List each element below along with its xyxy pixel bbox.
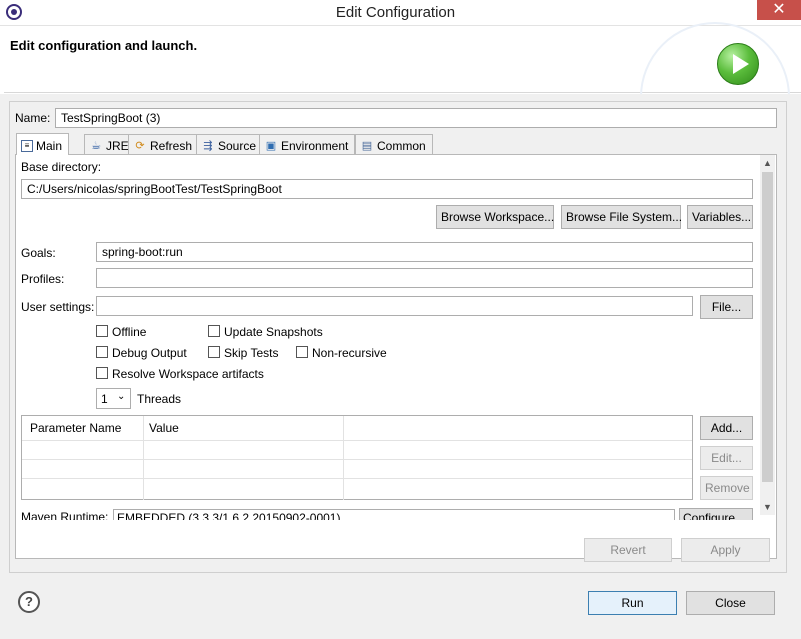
header-message: Edit configuration and launch. <box>10 38 198 53</box>
debug-output-label: Debug Output <box>112 346 187 360</box>
scrollbar-thumb[interactable] <box>762 172 773 482</box>
file-button[interactable]: File... <box>700 295 753 319</box>
scroll-down-icon[interactable]: ▼ <box>763 502 772 512</box>
name-input[interactable] <box>55 108 777 128</box>
threads-select[interactable]: 1 ⌄ <box>96 388 131 409</box>
skip-tests-checkbox[interactable] <box>208 346 220 358</box>
column-divider <box>343 416 344 500</box>
update-snapshots-checkbox[interactable] <box>208 325 220 337</box>
non-recursive-checkbox[interactable] <box>296 346 308 358</box>
revert-button[interactable]: Revert <box>584 538 672 562</box>
maven-runtime-value: EMBEDDED (3.3.3/1.6.2.20150902-0001) <box>117 511 341 520</box>
apply-button[interactable]: Apply <box>681 538 770 562</box>
tab-environment-label: Environment <box>281 138 349 153</box>
row-divider <box>22 478 692 479</box>
tab-main[interactable]: ≡ Main <box>16 133 70 155</box>
resolve-workspace-checkbox[interactable] <box>96 367 108 379</box>
browse-workspace-button[interactable]: Browse Workspace... <box>436 205 554 229</box>
tab-main-label: Main <box>36 138 63 153</box>
user-settings-label: User settings: <box>21 300 95 314</box>
skip-tests-label: Skip Tests <box>224 346 279 360</box>
header-divider <box>22 440 692 441</box>
tab-refresh-label: Refresh <box>150 138 193 153</box>
add-parameter-button[interactable]: Add... <box>700 416 753 440</box>
common-icon: ▤ <box>361 139 373 152</box>
edit-parameter-button[interactable]: Edit... <box>700 446 753 470</box>
environment-icon: ▣ <box>265 139 277 152</box>
window-close-button[interactable]: ✕ <box>757 0 801 20</box>
name-label: Name: <box>15 111 51 125</box>
remove-parameter-button[interactable]: Remove <box>700 476 753 500</box>
window-title: Edit Configuration <box>335 4 456 21</box>
run-button[interactable]: Run <box>588 591 677 615</box>
resolve-workspace-label: Resolve Workspace artifacts <box>112 367 264 381</box>
user-settings-input[interactable] <box>96 296 693 316</box>
run-launch-icon <box>717 43 759 85</box>
offline-label: Offline <box>112 325 147 339</box>
tab-source[interactable]: ⇶ Source <box>196 134 264 154</box>
tab-source-label: Source <box>218 138 257 153</box>
maven-runtime-select[interactable]: EMBEDDED (3.3.3/1.6.2.20150902-0001) <box>113 509 675 520</box>
tab-refresh[interactable]: ⟳ Refresh <box>128 134 200 154</box>
debug-output-checkbox[interactable] <box>96 346 108 358</box>
browse-file-system-button[interactable]: Browse File System... <box>561 205 682 229</box>
tab-jre-label: JRE <box>106 138 129 153</box>
threads-value: 1 <box>101 392 108 406</box>
source-icon: ⇶ <box>203 139 213 152</box>
row-divider <box>22 459 692 460</box>
goals-input[interactable] <box>96 242 753 262</box>
update-snapshots-label: Update Snapshots <box>224 325 323 339</box>
configure-label: Configure... <box>683 511 746 520</box>
profiles-input[interactable] <box>96 268 753 288</box>
column-divider <box>143 416 144 500</box>
tab-common[interactable]: ▤ Common <box>355 134 433 154</box>
chevron-down-icon: ⌄ <box>117 391 126 402</box>
maven-runtime-label: Maven Runtime: <box>21 510 109 520</box>
profiles-label: Profiles: <box>21 272 65 286</box>
scroll-up-icon[interactable]: ▲ <box>763 158 772 168</box>
threads-label: Threads <box>137 392 182 406</box>
non-recursive-label: Non-recursive <box>312 346 387 360</box>
parameter-table[interactable]: Parameter Name Value <box>21 415 693 500</box>
refresh-icon: ⟳ <box>135 139 145 152</box>
tab-environment[interactable]: ▣ Environment <box>259 134 356 154</box>
column-header-value: Value <box>149 421 179 435</box>
offline-checkbox[interactable] <box>96 325 108 337</box>
main-tab-icon: ≡ <box>21 139 33 152</box>
base-directory-input[interactable] <box>21 179 753 199</box>
tab-common-label: Common <box>377 138 426 153</box>
maven-runtime-row: Maven Runtime: EMBEDDED (3.3.3/1.6.2.201… <box>21 508 753 520</box>
goals-label: Goals: <box>21 246 56 260</box>
variables-button[interactable]: Variables... <box>687 205 753 229</box>
close-button[interactable]: Close <box>686 591 775 615</box>
configure-runtime-button[interactable]: Configure... <box>679 508 753 520</box>
jre-icon: ☕ <box>91 139 101 152</box>
help-icon[interactable]: ? <box>18 591 40 613</box>
base-directory-label: Base directory: <box>21 160 102 174</box>
column-header-parameter-name: Parameter Name <box>30 421 122 435</box>
